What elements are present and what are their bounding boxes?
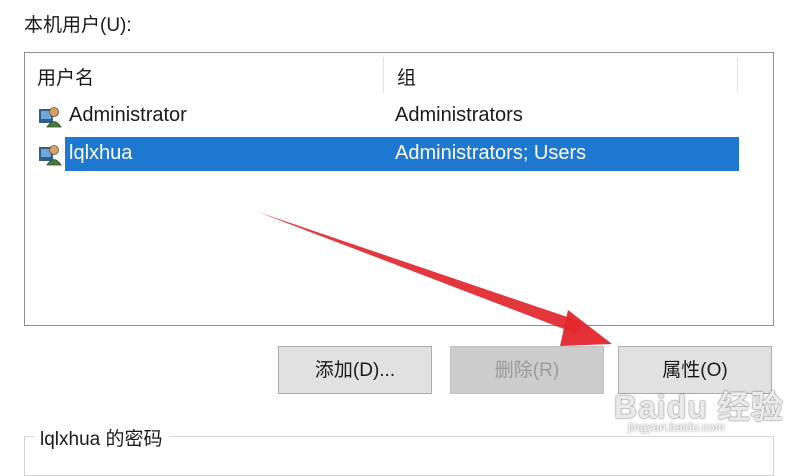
user-account-icon [39, 145, 62, 166]
add-button[interactable]: 添加(D)... [278, 346, 432, 394]
watermark-url: jingyan.baidu.com [628, 420, 725, 434]
column-divider[interactable] [737, 57, 738, 93]
list-item-lqlxhua[interactable]: lqlxhua Administrators; Users [31, 137, 739, 171]
row-username: lqlxhua [69, 142, 133, 164]
password-groupbox-title: lqlxhua 的密码 [34, 424, 169, 451]
user-account-icon [39, 107, 62, 128]
remove-button[interactable]: 删除(R) [450, 346, 604, 394]
row-group: Administrators [395, 104, 523, 126]
properties-button[interactable]: 属性(O) [618, 346, 772, 394]
column-header-username[interactable]: 用户名 [37, 63, 94, 90]
row-username: Administrator [69, 104, 187, 126]
list-header: 用户名 组 [25, 53, 739, 95]
list-item-administrator[interactable]: Administrator Administrators [31, 99, 739, 133]
row-group: Administrators; Users [395, 142, 587, 164]
users-list[interactable]: 用户名 组 Administrator Administrators lqlxh… [24, 52, 774, 326]
column-header-group[interactable]: 组 [397, 63, 416, 90]
local-users-label: 本机用户(U): [24, 15, 132, 36]
column-divider[interactable] [383, 57, 384, 93]
